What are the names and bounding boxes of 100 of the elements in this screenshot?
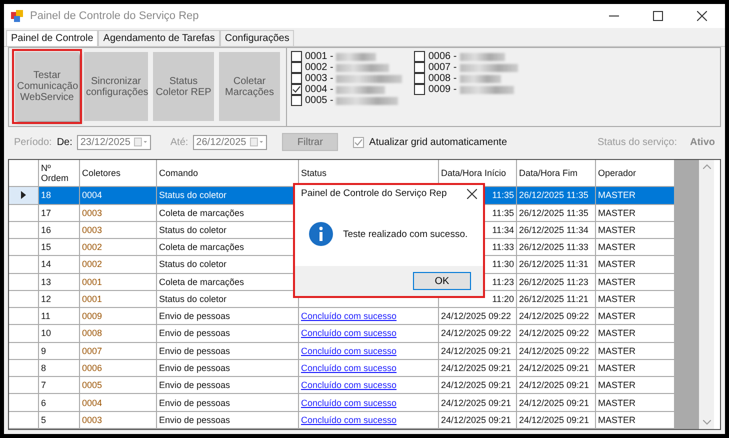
collector-code: 0005 - xyxy=(305,95,334,106)
action-button[interactable]: Testar Comunicação WebService xyxy=(15,52,79,121)
filter-button[interactable]: Filtrar xyxy=(282,133,338,151)
app-icon xyxy=(10,9,24,23)
tab[interactable]: Configurações xyxy=(220,30,294,46)
table-row[interactable]: 6 0004 Envio de pessoas Concluído com sucesso 24/12/2025 09:21 24/12/2025 09:21 MASTER xyxy=(9,394,675,412)
table-cell: Envio de pessoas xyxy=(157,342,299,360)
blurred-name xyxy=(460,52,505,60)
table-cell: 0004 xyxy=(80,187,157,204)
collector-code: 0008 - xyxy=(428,73,457,84)
checkbox[interactable] xyxy=(414,51,426,62)
checkbox[interactable] xyxy=(353,136,364,148)
table-cell: Envio de pessoas xyxy=(157,377,299,394)
tab[interactable]: Agendamento de Tarefas xyxy=(98,30,220,46)
table-cell: 24/12/2025 09:21 xyxy=(439,412,517,429)
blurred-name xyxy=(336,96,398,104)
blurred-name xyxy=(336,52,376,60)
checkbox[interactable] xyxy=(291,95,302,106)
table-cell: 0001 xyxy=(80,274,157,291)
window-title: Painel de Controle do Serviço Rep xyxy=(30,10,199,22)
table-cell: 26/12/2025 11:31 xyxy=(517,256,596,274)
checkbox[interactable] xyxy=(291,73,302,84)
table-cell: 6 xyxy=(39,394,80,412)
table-cell: 15 xyxy=(39,239,80,256)
blurred-name xyxy=(336,86,386,94)
row-pointer-icon xyxy=(21,191,26,200)
to-label: Até: xyxy=(170,136,188,148)
status-link[interactable]: Concluído com sucesso xyxy=(301,311,397,322)
collector-code: 0001 - xyxy=(305,51,334,62)
table-cell: 26/12/2025 11:23 xyxy=(517,274,596,291)
status-link[interactable]: Concluído com sucesso xyxy=(301,363,397,374)
table-cell: 17 xyxy=(39,204,80,222)
table-cell: 8 xyxy=(39,360,80,378)
from-label: De: xyxy=(56,136,72,148)
table-row[interactable]: 9 0007 Envio de pessoas Concluído com sucesso 24/12/2025 09:21 24/12/2025 09:22 MASTER xyxy=(9,342,675,360)
action-button[interactable]: Coletar Marcações xyxy=(219,52,280,121)
table-cell: 0004 xyxy=(80,394,157,412)
collector-code: 0006 - xyxy=(428,51,457,62)
table-cell: 0003 xyxy=(80,204,157,222)
collector-code: 0004 - xyxy=(305,84,334,95)
checkbox[interactable] xyxy=(291,51,302,62)
blurred-name xyxy=(460,86,514,94)
table-cell: 0002 xyxy=(80,256,157,274)
maximize-icon[interactable] xyxy=(653,11,663,21)
collector-code: 0009 - xyxy=(428,84,457,95)
table-cell: 26/12/2025 11:33 xyxy=(517,239,596,256)
table-row[interactable]: 7 0005 Envio de pessoas Concluído com sucesso 24/12/2025 09:21 24/12/2025 09:21 MASTER xyxy=(9,377,675,394)
table-cell: 26/12/2025 11:34 xyxy=(517,222,596,240)
table-cell: Envio de pessoas xyxy=(157,360,299,378)
collector-code: 0002 - xyxy=(305,62,334,73)
status-link[interactable]: Concluído com sucesso xyxy=(301,398,397,408)
table-cell: Envio de pessoas xyxy=(157,325,299,343)
blurred-name xyxy=(460,64,518,72)
action-button[interactable]: Sincronizar configurações xyxy=(84,52,148,121)
table-cell: 24/12/2025 09:21 xyxy=(439,377,517,394)
table-cell: 0007 xyxy=(80,342,157,360)
table-row[interactable]: 8 0006 Envio de pessoas Concluído com sucesso 24/12/2025 09:21 24/12/2025 09:21 MASTER xyxy=(9,360,675,378)
checkbox[interactable] xyxy=(291,62,302,73)
status-link[interactable]: Concluído com sucesso xyxy=(301,380,397,390)
table-cell: 24/12/2025 09:21 xyxy=(517,394,596,412)
blurred-name xyxy=(336,74,402,82)
collector-code: 0003 - xyxy=(305,73,334,84)
table-cell: 24/12/2025 09:21 xyxy=(439,342,517,360)
table-cell: 24/12/2025 09:22 xyxy=(439,325,517,343)
table-cell: 0002 xyxy=(80,239,157,256)
status-link[interactable]: Concluído com sucesso xyxy=(301,346,397,356)
table-cell: 24/12/2025 09:21 xyxy=(517,377,596,394)
table-cell: 16 xyxy=(39,222,80,240)
table-cell: 5 xyxy=(39,412,80,429)
checkbox[interactable] xyxy=(414,73,426,84)
period-label: Período: xyxy=(14,136,52,148)
table-cell: 24/12/2025 09:22 xyxy=(517,308,596,326)
date-field[interactable]: 26/12/2025 xyxy=(193,134,268,150)
table-cell: 13 xyxy=(39,274,80,291)
table-cell: 26/12/2025 11:35 xyxy=(517,204,596,222)
auto-refresh-label: Atualizar grid automaticamente xyxy=(369,136,508,148)
table-cell: 24/12/2025 09:21 xyxy=(517,360,596,378)
close-icon[interactable] xyxy=(467,188,477,198)
info-icon xyxy=(309,222,333,246)
tab[interactable]: Painel de Controle xyxy=(6,30,98,46)
service-status: Ativo xyxy=(690,136,715,148)
collector-code: 0007 - xyxy=(428,62,457,73)
table-cell: 26/12/2025 11:21 xyxy=(517,290,596,308)
table-cell: MASTER xyxy=(596,187,675,204)
ok-button[interactable]: OK xyxy=(413,272,471,290)
checkbox[interactable] xyxy=(414,62,426,73)
date-field[interactable]: 23/12/2025 xyxy=(77,134,152,150)
status-link[interactable]: Concluído com sucesso xyxy=(301,414,397,425)
table-cell: 9 xyxy=(39,342,80,360)
service-status-label: Status do serviço: xyxy=(598,136,677,148)
table-row[interactable]: 11 0009 Envio de pessoas Concluído com sucesso 24/12/2025 09:22 24/12/2025 09:22 MASTER xyxy=(9,308,675,326)
checkbox[interactable] xyxy=(414,84,426,95)
action-button[interactable]: Status Coletor REP xyxy=(153,52,214,121)
close-icon[interactable] xyxy=(697,11,707,21)
table-row[interactable]: 5 0003 Envio de pessoas Concluído com sucesso 24/12/2025 09:21 24/12/2025 09:21 MASTER xyxy=(9,412,675,429)
checkbox[interactable] xyxy=(291,84,302,95)
table-row[interactable]: 10 0008 Envio de pessoas Concluído com sucesso 24/12/2025 09:22 24/12/2025 09:22 MASTER xyxy=(9,325,675,343)
table-cell: 0005 xyxy=(80,377,157,394)
table-cell: 24/12/2025 09:22 xyxy=(517,325,596,343)
status-link[interactable]: Concluído com sucesso xyxy=(301,328,397,338)
